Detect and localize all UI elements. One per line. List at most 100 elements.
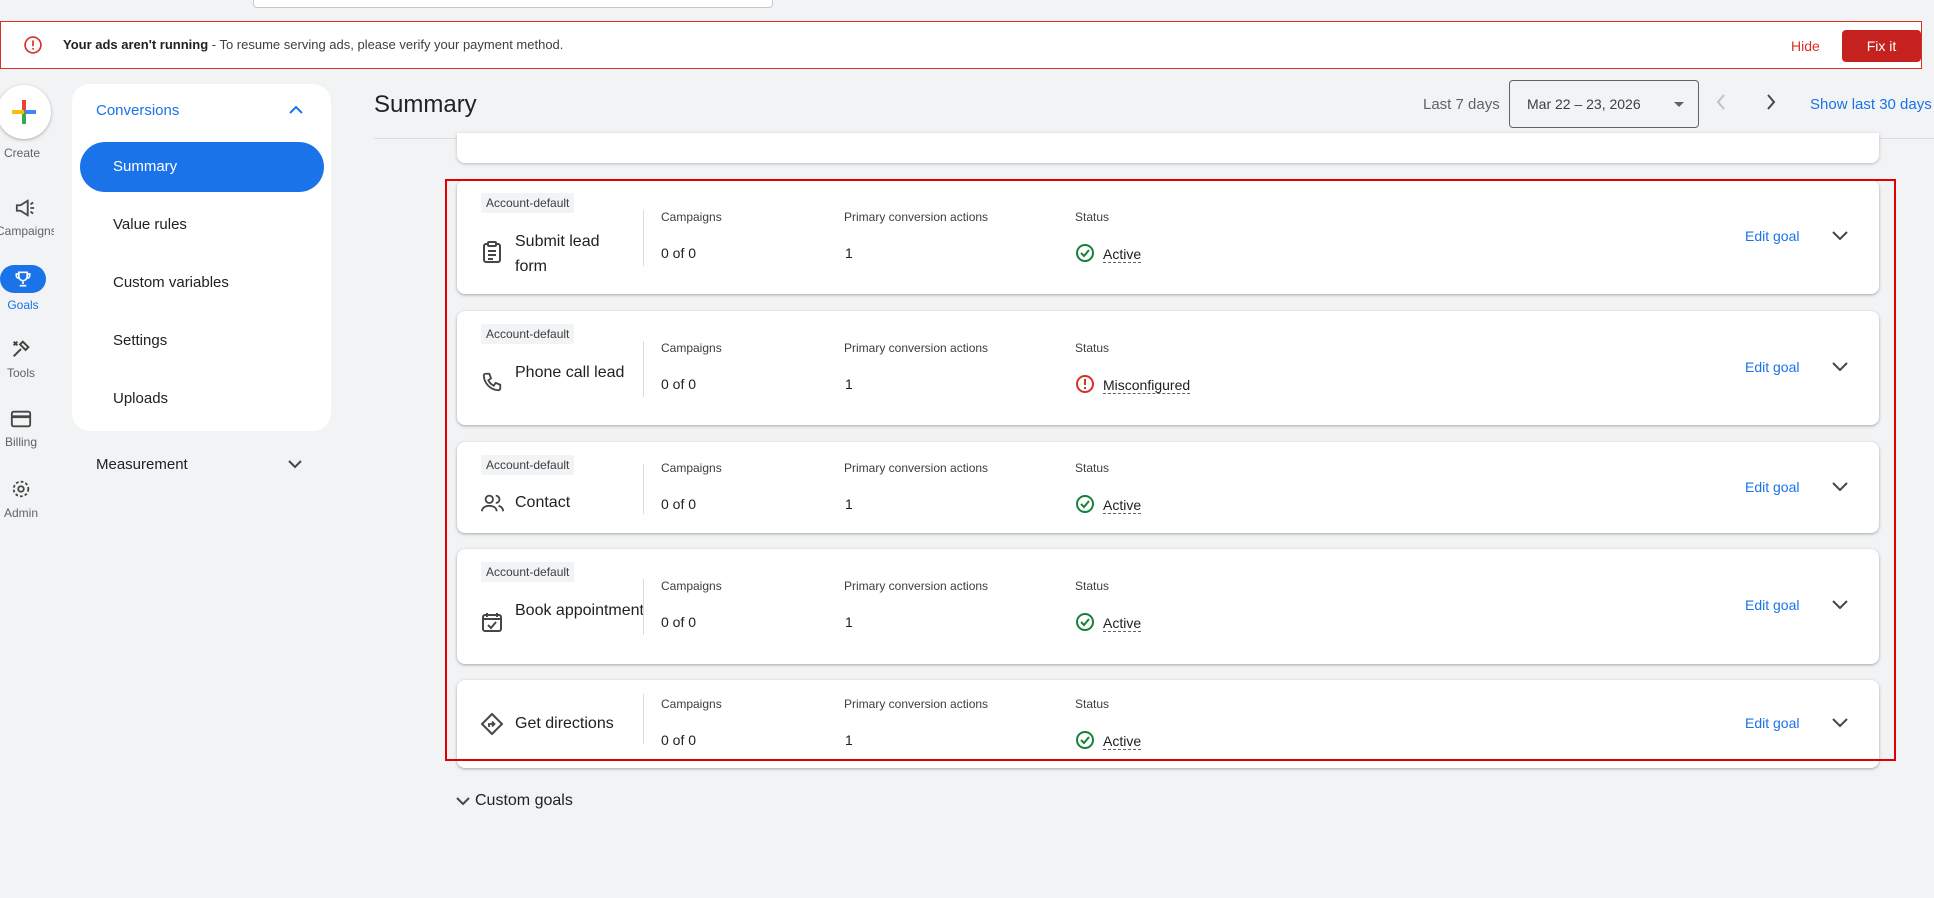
calendar-check-icon (482, 613, 502, 632)
status-value[interactable]: Active (1103, 733, 1142, 750)
show-last-30-days-link[interactable]: Show last 30 days (1810, 96, 1932, 113)
status-value[interactable]: Active (1103, 615, 1142, 632)
nav-item-value-rules[interactable]: Value rules (80, 200, 324, 250)
rail-admin[interactable]: Admin (0, 478, 43, 520)
campaigns-value: 0 of 0 (661, 376, 697, 392)
rail-create-label: Create (3, 146, 41, 160)
rail-billing[interactable]: Billing (0, 409, 43, 449)
nav-item-custom-variables[interactable]: Custom variables (80, 258, 324, 308)
create-button[interactable] (0, 85, 51, 139)
goal-name[interactable]: Phone call lead (515, 360, 635, 385)
banner-title: Your ads aren't running (63, 37, 209, 52)
nav-item-uploads[interactable]: Uploads (80, 374, 324, 424)
goal-card-partial (457, 133, 1879, 163)
account-default-badge: Account-default (481, 562, 575, 582)
nav-item-settings[interactable]: Settings (80, 316, 324, 366)
status-value[interactable]: Misconfigured (1103, 377, 1191, 394)
primary-actions-label: Primary conversion actions (844, 210, 989, 224)
chevron-down-icon[interactable] (1831, 359, 1849, 373)
measurement-section[interactable]: Measurement (96, 456, 188, 473)
trophy-icon (15, 271, 31, 287)
goal-card: Account-default Phone call lead Campaign… (457, 311, 1879, 425)
campaigns-value: 0 of 0 (661, 614, 697, 630)
chevron-down-icon (456, 797, 470, 806)
top-search-bar[interactable] (253, 0, 773, 8)
edit-goal-button[interactable]: Edit goal (1745, 715, 1799, 731)
directions-icon (481, 713, 503, 735)
custom-goals-toggle[interactable]: Custom goals (455, 792, 573, 810)
account-default-badge: Account-default (481, 193, 575, 213)
dropdown-arrow-icon (1674, 102, 1684, 107)
goal-name[interactable]: Get directions (515, 711, 645, 736)
goal-card: Account-default Submit lead form Campaig… (457, 180, 1879, 294)
rail-campaigns-label: Campaigns (0, 224, 54, 238)
clipboard-icon (483, 241, 501, 263)
check-circle-icon (1076, 495, 1094, 513)
campaigns-value: 0 of 0 (661, 496, 697, 512)
edit-goal-button[interactable]: Edit goal (1745, 597, 1799, 613)
error-icon (24, 36, 42, 54)
conversions-nav: Conversions Summary Value rules Custom v… (72, 84, 331, 431)
column-divider (643, 210, 644, 266)
primary-actions-value[interactable]: 1 (845, 614, 853, 630)
hide-button[interactable]: Hide (1791, 38, 1820, 54)
rail-goals-label: Goals (7, 298, 39, 312)
alert-banner: Your ads aren't running - To resume serv… (0, 21, 1922, 69)
status-label: Status (1075, 697, 1110, 711)
rail-billing-label: Billing (4, 435, 37, 449)
nav-item-summary[interactable]: Summary (80, 142, 324, 192)
primary-actions-label: Primary conversion actions (844, 697, 989, 711)
fix-it-button[interactable]: Fix it (1842, 30, 1921, 62)
chevron-down-icon[interactable] (1831, 479, 1849, 493)
primary-actions-label: Primary conversion actions (844, 341, 989, 355)
rail-tools[interactable]: Tools (0, 338, 43, 380)
goal-name[interactable]: Submit lead form (515, 229, 635, 279)
column-divider (643, 694, 644, 744)
megaphone-icon (15, 199, 35, 217)
goal-name[interactable]: Contact (515, 490, 635, 515)
previous-period-icon[interactable] (1714, 92, 1728, 112)
goal-card: Account-default Contact Campaigns 0 of 0… (457, 442, 1879, 533)
status-label: Status (1075, 341, 1110, 355)
goal-name[interactable]: Book appointment (515, 598, 645, 623)
status-value[interactable]: Active (1103, 246, 1142, 263)
chevron-down-icon[interactable] (287, 458, 303, 470)
credit-card-icon (10, 410, 32, 428)
edit-goal-button[interactable]: Edit goal (1745, 359, 1799, 375)
account-default-badge: Account-default (481, 324, 575, 344)
plus-icon (12, 100, 36, 124)
error-icon (1076, 375, 1094, 393)
chevron-down-icon[interactable] (1831, 228, 1849, 242)
banner-message: Your ads aren't running - To resume serv… (63, 37, 563, 52)
column-divider (643, 579, 644, 635)
primary-actions-value[interactable]: 1 (845, 496, 853, 512)
rail-tools-label: Tools (6, 366, 35, 380)
primary-actions-value[interactable]: 1 (845, 732, 853, 748)
primary-actions-value[interactable]: 1 (845, 376, 853, 392)
custom-goals-label: Custom goals (475, 792, 573, 809)
goal-card: Account-default Book appointment Campaig… (457, 549, 1879, 664)
campaigns-label: Campaigns (661, 579, 722, 593)
phone-icon (482, 372, 502, 392)
edit-goal-button[interactable]: Edit goal (1745, 479, 1799, 495)
campaigns-value: 0 of 0 (661, 245, 697, 261)
campaigns-label: Campaigns (661, 210, 722, 224)
chevron-down-icon[interactable] (1831, 597, 1849, 611)
status-label: Status (1075, 210, 1110, 224)
status-label: Status (1075, 461, 1110, 475)
edit-goal-button[interactable]: Edit goal (1745, 228, 1799, 244)
goals-pill (0, 265, 46, 293)
rail-campaigns[interactable]: Campaigns (0, 198, 54, 238)
date-range-label: Last 7 days (1423, 96, 1500, 113)
check-circle-icon (1076, 613, 1094, 631)
next-period-icon[interactable] (1764, 92, 1778, 112)
conversions-section-header[interactable]: Conversions (96, 102, 179, 119)
banner-text: - To resume serving ads, please verify y… (208, 37, 564, 52)
date-range-select[interactable]: Mar 22 – 23, 2026 (1509, 80, 1699, 128)
primary-actions-value[interactable]: 1 (845, 245, 853, 261)
rail-admin-label: Admin (3, 506, 38, 520)
rail-goals[interactable]: Goals (0, 265, 48, 312)
status-value[interactable]: Active (1103, 497, 1142, 514)
chevron-down-icon[interactable] (1831, 715, 1849, 729)
chevron-up-icon[interactable] (288, 104, 304, 116)
